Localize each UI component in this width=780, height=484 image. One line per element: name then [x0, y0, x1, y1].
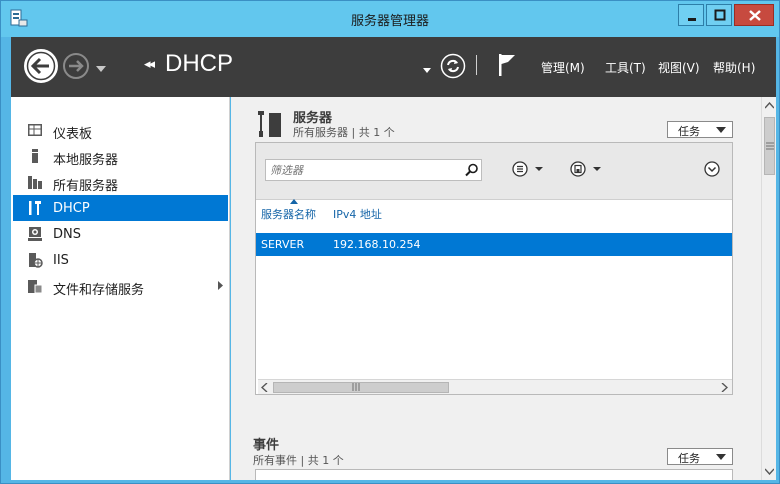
breadcrumb-dropdown-button[interactable]	[422, 63, 432, 77]
sidebar-item-label: IIS	[53, 253, 69, 268]
sidebar-item-local-server[interactable]: 本地服务器	[13, 143, 228, 169]
sidebar-item-file-storage[interactable]: 文件和存储服务	[13, 273, 228, 299]
server-manager-window: 服务器管理器 ◂◂ DHCP 管理(M) 工具(T) 视图(V) 帮助(H) 仪…	[0, 0, 780, 484]
chevron-down-icon	[423, 68, 431, 73]
servers-tasks-dropdown[interactable]: 任务	[667, 121, 733, 138]
minimize-button[interactable]	[678, 4, 704, 26]
expand-section-button[interactable]	[704, 161, 720, 177]
menu-view[interactable]: 视图(V)	[658, 59, 700, 76]
save-query-button[interactable]	[570, 160, 610, 178]
list-options-icon	[512, 161, 543, 177]
horizontal-scroll-thumb[interactable]	[273, 382, 449, 393]
sidebar-item-dashboard[interactable]: 仪表板	[13, 117, 228, 143]
sort-ascending-icon	[290, 199, 298, 204]
dns-icon	[28, 227, 42, 241]
sidebar-item-label: 本地服务器	[53, 153, 119, 168]
save-icon	[570, 161, 601, 177]
chevron-down-icon	[716, 454, 726, 460]
table-row[interactable]: SERVER 192.168.10.254	[256, 233, 732, 256]
toolbar-separator	[476, 55, 477, 75]
servers-section-subtitle: 所有服务器 | 共 1 个	[293, 126, 395, 139]
view-options-button[interactable]	[512, 160, 552, 178]
title-bar: 服务器管理器	[1, 1, 779, 37]
chevron-down-icon	[96, 66, 106, 72]
flag-icon	[499, 54, 515, 76]
column-header-ipv4[interactable]: IPv4 地址	[333, 206, 382, 222]
sidebar-item-all-servers[interactable]: 所有服务器	[13, 169, 228, 195]
menu-help[interactable]: 帮助(H)	[713, 59, 755, 76]
scroll-left-icon[interactable]	[261, 383, 269, 392]
chevron-right-icon[interactable]	[217, 281, 224, 290]
events-section-title: 事件	[253, 438, 280, 453]
main-content: 服务器 所有服务器 | 共 1 个 任务 筛选器 服务器名称 IPv4 地址 S…	[231, 97, 776, 480]
scroll-up-icon[interactable]	[765, 102, 774, 109]
close-icon	[749, 10, 761, 21]
tasks-label: 任务	[678, 452, 700, 465]
sidebar-item-label: DHCP	[53, 201, 90, 216]
tasks-label: 任务	[678, 125, 700, 138]
maximize-button[interactable]	[706, 4, 732, 26]
local-server-icon	[32, 149, 38, 163]
sidebar-item-iis[interactable]: IIS	[13, 247, 228, 273]
iis-icon	[29, 253, 43, 268]
forward-arrow-icon	[63, 53, 89, 79]
filter-box[interactable]	[265, 159, 482, 181]
menu-tools[interactable]: 工具(T)	[605, 59, 646, 76]
filter-input[interactable]	[270, 162, 460, 178]
sidebar-item-label: 文件和存储服务	[53, 283, 145, 298]
horizontal-scrollbar[interactable]	[258, 379, 732, 394]
back-arrow-icon	[24, 49, 58, 83]
sidebar-item-label: DNS	[53, 227, 81, 242]
dhcp-icon	[29, 201, 41, 215]
forward-button[interactable]	[62, 52, 90, 80]
vertical-scrollbar[interactable]	[761, 97, 776, 480]
scroll-right-icon[interactable]	[720, 383, 728, 392]
sidebar: 仪表板 本地服务器 所有服务器 DHCP DNS IIS 文件和存储服务	[11, 97, 230, 480]
breadcrumb-arrows: ◂◂	[144, 57, 155, 72]
menu-manage[interactable]: 管理(M)	[541, 59, 585, 76]
close-button[interactable]	[734, 4, 774, 26]
window-title: 服务器管理器	[350, 14, 429, 29]
scroll-grip-icon	[352, 383, 360, 391]
events-panel	[255, 469, 733, 480]
sidebar-item-label: 所有服务器	[53, 179, 119, 194]
all-servers-icon	[28, 176, 42, 189]
minimize-icon	[688, 18, 696, 21]
events-section-subtitle: 所有事件 | 共 1 个	[253, 454, 344, 467]
chevron-down-icon	[716, 127, 726, 133]
search-icon[interactable]	[465, 163, 479, 177]
sidebar-item-dhcp[interactable]: DHCP	[13, 195, 228, 221]
sidebar-item-dns[interactable]: DNS	[13, 221, 228, 247]
scroll-grip-icon	[766, 142, 774, 150]
server-name-cell: SERVER	[261, 238, 305, 251]
servers-panel: 服务器名称 IPv4 地址 SERVER 192.168.10.254	[255, 142, 733, 395]
sidebar-item-label: 仪表板	[53, 127, 93, 142]
refresh-button[interactable]	[440, 53, 466, 79]
back-button[interactable]	[23, 48, 59, 84]
column-header-server-name[interactable]: 服务器名称	[261, 206, 316, 222]
maximize-icon	[714, 9, 726, 21]
filter-bar	[256, 143, 732, 200]
chevron-down-circle-icon	[704, 161, 720, 177]
dhcp-role-icon	[258, 111, 281, 137]
events-tasks-dropdown[interactable]: 任务	[667, 448, 733, 465]
file-storage-icon	[28, 280, 43, 294]
notifications-button[interactable]	[497, 52, 517, 78]
history-dropdown-button[interactable]	[95, 62, 107, 76]
navigation-toolbar: ◂◂ DHCP 管理(M) 工具(T) 视图(V) 帮助(H)	[11, 37, 776, 97]
refresh-icon	[440, 53, 466, 79]
dashboard-icon	[28, 124, 42, 136]
breadcrumb-current: DHCP	[165, 50, 234, 77]
ipv4-cell: 192.168.10.254	[333, 238, 421, 251]
scroll-down-icon[interactable]	[765, 468, 774, 475]
